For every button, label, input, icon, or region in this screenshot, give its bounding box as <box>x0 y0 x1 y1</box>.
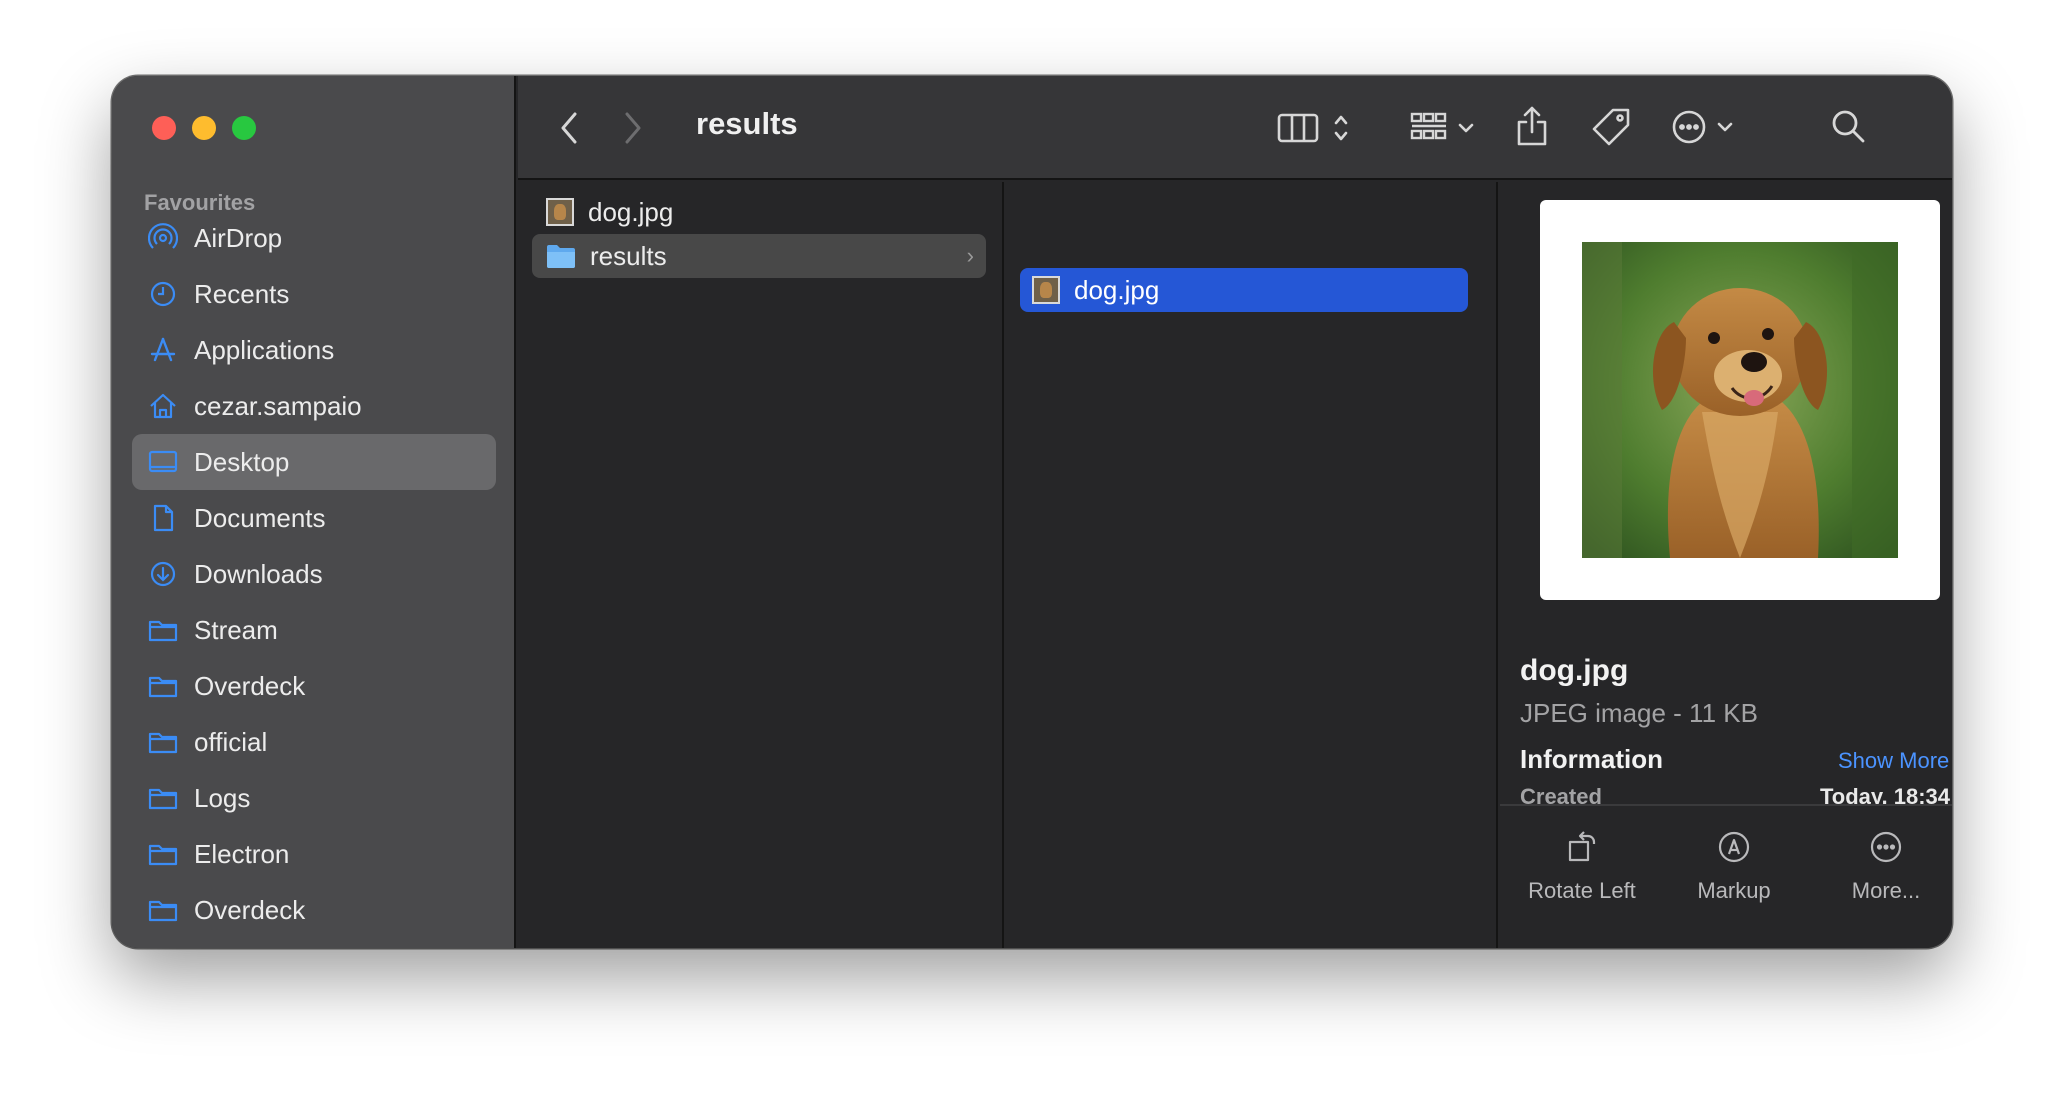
created-value: Today, 18:34 <box>1820 784 1951 804</box>
sidebar-item-label: Desktop <box>194 446 290 477</box>
sidebar-item-label: Recents <box>194 278 290 309</box>
file-name: dog.jpg <box>1074 274 1160 305</box>
sidebar-item-stream[interactable]: Stream <box>132 602 496 658</box>
preview-file-name: dog.jpg <box>1520 654 1629 687</box>
chevron-right-icon: › <box>966 243 974 268</box>
dog-photo <box>1582 242 1898 558</box>
ellipsis-circle-icon <box>1672 110 1706 144</box>
sidebar-item-electron[interactable]: Electron <box>132 826 496 882</box>
applications-icon <box>148 335 178 365</box>
folder-icon <box>148 839 178 869</box>
grid-icon <box>1410 112 1447 140</box>
folder-row-results[interactable]: results › <box>532 234 986 278</box>
folder-icon <box>148 671 178 701</box>
preview-file-kind: JPEG image - 11 KB <box>1520 698 1758 728</box>
desktop-icon <box>148 447 178 477</box>
finder-window: Favourites AirDrop Recents Applications <box>112 76 1952 948</box>
markup-label: Markup <box>1697 878 1771 903</box>
file-name: dog.jpg <box>588 196 674 227</box>
back-button[interactable] <box>554 108 584 148</box>
column-1: dog.jpg results › <box>518 182 1004 948</box>
sidebar-item-label: Applications <box>194 334 335 365</box>
download-icon <box>148 559 178 589</box>
sidebar-item-applications[interactable]: Applications <box>132 322 496 378</box>
more-icon <box>1870 831 1902 863</box>
close-window-button[interactable] <box>152 116 176 140</box>
airdrop-icon <box>148 223 178 253</box>
tags-button[interactable] <box>1590 106 1632 148</box>
preview-pane: dog.jpg JPEG image - 11 KB Information S… <box>1500 182 1952 948</box>
document-icon <box>148 503 178 533</box>
sidebar-item-recents[interactable]: Recents <box>132 266 496 322</box>
sidebar-item-label: Electron <box>194 838 290 869</box>
sidebar-item-desktop[interactable]: Desktop <box>132 434 496 490</box>
folder-icon <box>148 783 178 813</box>
window-controls <box>152 116 256 140</box>
folder-icon <box>148 615 178 645</box>
chevron-right-icon <box>625 112 641 144</box>
share-button[interactable] <box>1512 102 1552 150</box>
rotate-left-label: Rotate Left <box>1528 878 1636 903</box>
home-icon <box>148 391 178 421</box>
show-more-link[interactable]: Show More <box>1838 748 1949 774</box>
folder-icon <box>148 895 178 925</box>
sidebar-item-home[interactable]: cezar.sampaio <box>132 378 496 434</box>
search-icon <box>1832 110 1865 143</box>
file-row-dog-jpg[interactable]: dog.jpg <box>538 190 988 234</box>
sidebar-item-overdeck[interactable]: Overdeck <box>132 658 496 714</box>
quick-actions-bar: Rotate Left Markup More... <box>1500 804 1952 948</box>
more-label: More... <box>1851 878 1921 903</box>
zoom-window-button[interactable] <box>232 116 256 140</box>
markup-icon <box>1718 831 1750 863</box>
sidebar-item-overdeck-2[interactable]: Overdeck <box>132 882 496 938</box>
sidebar: Favourites AirDrop Recents Applications <box>112 76 516 948</box>
action-menu-button[interactable] <box>1662 106 1742 148</box>
chevron-down-icon <box>1458 123 1474 133</box>
sidebar-item-label: Logs <box>194 782 251 813</box>
forward-button[interactable] <box>618 108 648 148</box>
created-label: Created <box>1520 784 1602 804</box>
sidebar-item-label: Stream <box>194 614 278 645</box>
sidebar-item-label: Downloads <box>194 558 323 589</box>
sidebar-item-official[interactable]: official <box>132 714 496 770</box>
sidebar-item-label: official <box>194 726 268 757</box>
sidebar-item-label: cezar.sampaio <box>194 390 362 421</box>
sidebar-item-logs[interactable]: Logs <box>132 770 496 826</box>
chevron-down-icon <box>1717 122 1733 132</box>
up-down-chevron-icon <box>1334 115 1348 141</box>
rotate-left-button[interactable]: Rotate Left <box>1512 830 1652 904</box>
folder-name: results <box>590 240 667 271</box>
sidebar-item-label: Overdeck <box>194 670 306 701</box>
column-2: dog.jpg <box>1006 182 1498 948</box>
metadata-row-clipped: Created Today, 18:34 <box>1500 784 1952 804</box>
information-heading: Information <box>1520 744 1663 774</box>
chevron-left-icon <box>561 112 577 144</box>
sidebar-item-airdrop[interactable]: AirDrop <box>132 210 496 266</box>
columns-view-icon <box>1277 113 1319 143</box>
folder-icon <box>547 245 575 268</box>
search-button[interactable] <box>1828 106 1868 146</box>
more-actions-button[interactable]: More... <box>1816 830 1952 904</box>
folder-icon <box>148 727 178 757</box>
file-row-dog-jpg-selected[interactable]: dog.jpg <box>1020 268 1468 312</box>
sidebar-item-documents[interactable]: Documents <box>132 490 496 546</box>
image-thumbnail-icon <box>1032 276 1060 304</box>
rotate-left-icon <box>1568 831 1596 862</box>
clock-icon <box>148 279 178 309</box>
view-mode-button[interactable] <box>1268 108 1358 148</box>
image-preview <box>1540 200 1940 600</box>
sidebar-item-label: AirDrop <box>194 222 283 253</box>
tag-icon <box>1592 108 1630 146</box>
minimize-window-button[interactable] <box>192 116 216 140</box>
markup-button[interactable]: Markup <box>1664 830 1804 904</box>
window-title: results <box>696 106 798 141</box>
image-thumbnail-icon <box>546 198 574 226</box>
sidebar-list: AirDrop Recents Applications cezar.sampa… <box>132 210 496 938</box>
sidebar-item-label: Documents <box>194 502 326 533</box>
toolbar: results <box>518 76 1952 180</box>
share-icon <box>1517 106 1547 146</box>
sidebar-item-label: Overdeck <box>194 894 306 925</box>
group-by-button[interactable] <box>1402 108 1482 148</box>
sidebar-item-downloads[interactable]: Downloads <box>132 546 496 602</box>
